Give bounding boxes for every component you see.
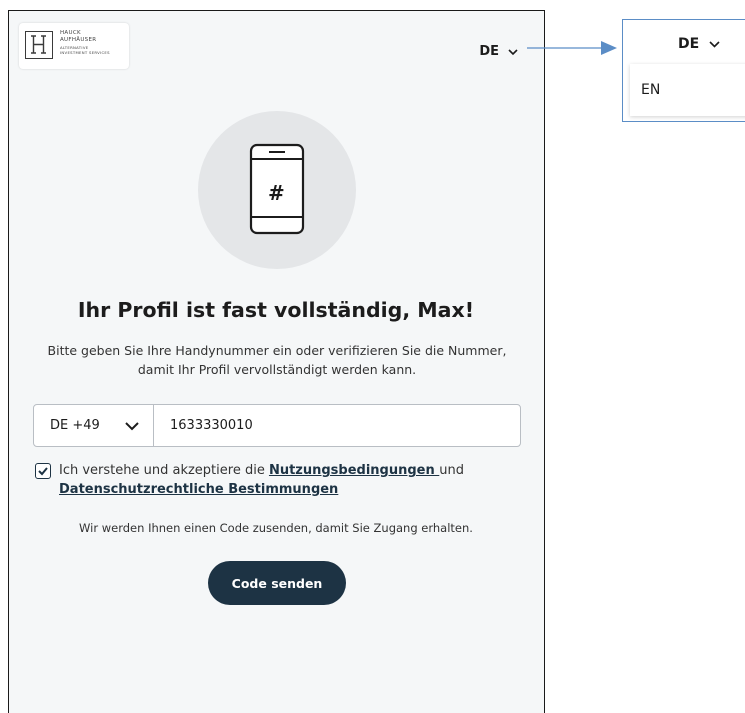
chevron-down-icon (709, 41, 720, 48)
country-code-select[interactable]: DE +49 (34, 405, 154, 446)
logo-line-4: INVESTMENT SERVICES (60, 49, 110, 55)
page-title: Ihr Profil ist fast vollständig, Max! (77, 298, 475, 322)
consent-checkbox[interactable] (35, 463, 51, 479)
hero-illustration: # (198, 111, 356, 269)
phone-input-group: DE +49 (33, 404, 521, 447)
consent-text-before: Ich verstehe und akzeptiere die (59, 463, 269, 478)
logo-line-2: AUFHÄUSER (60, 36, 97, 43)
consent-text-middle: und (439, 463, 465, 478)
logo-line-1: HAUCK (60, 30, 81, 36)
checkmark-icon (38, 467, 48, 476)
language-selector[interactable]: DE (479, 44, 518, 59)
app-screen: HAUCK AUFHÄUSER ALTERNATIVE INVESTMENT S… (8, 10, 545, 713)
zoom-language-selector[interactable]: DE (678, 36, 720, 52)
consent-row: Ich verstehe und akzeptiere die Nutzungs… (35, 461, 515, 499)
language-dropdown-menu: EN (630, 64, 745, 116)
language-option-en[interactable]: EN (641, 82, 660, 98)
info-text: Wir werden Ihnen einen Code zusenden, da… (79, 521, 473, 535)
country-code-value: DE +49 (50, 418, 100, 433)
logo-mark-icon (25, 31, 53, 59)
language-dropdown-zoom: DE EN (622, 19, 745, 122)
privacy-link[interactable]: Datenschutzrechtliche Bestimmungen (59, 482, 338, 497)
hash-symbol: # (268, 181, 285, 205)
terms-link[interactable]: Nutzungsbedingungen (269, 463, 439, 478)
company-logo: HAUCK AUFHÄUSER ALTERNATIVE INVESTMENT S… (19, 23, 129, 69)
page-subtitle: Bitte geben Sie Ihre Handynummer ein ode… (47, 343, 507, 377)
chevron-down-icon (508, 48, 518, 55)
send-code-button[interactable]: Code senden (208, 561, 346, 605)
consent-text: Ich verstehe und akzeptiere die Nutzungs… (59, 461, 464, 499)
zoom-language-current: DE (678, 36, 700, 52)
language-current: DE (479, 44, 499, 59)
chevron-down-icon (125, 421, 139, 430)
phone-number-input[interactable] (170, 418, 520, 433)
logo-text: HAUCK AUFHÄUSER ALTERNATIVE INVESTMENT S… (60, 30, 128, 55)
phone-number-wrapper (154, 405, 520, 446)
annotation-arrow-icon (527, 41, 617, 55)
